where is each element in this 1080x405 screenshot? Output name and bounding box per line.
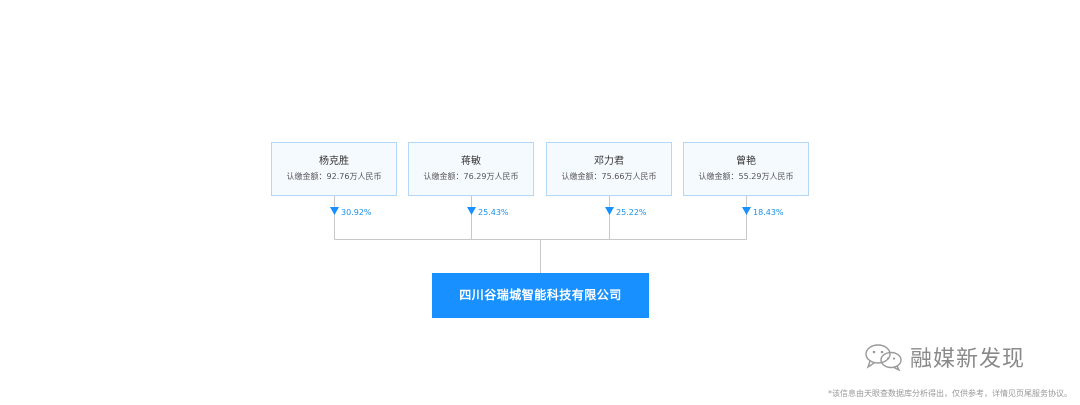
wechat-icon: [865, 344, 902, 371]
arrow-down-icon: [742, 207, 751, 215]
shareholder-card-4[interactable]: 曾艳 认缴金额：55.29万人民币: [683, 142, 809, 196]
equity-structure-diagram: 杨克胜 认缴金额：92.76万人民币 蒋敏 认缴金额：76.29万人民币 邓力君…: [0, 0, 1080, 405]
arrow-down-icon: [467, 207, 476, 215]
shareholder-name: 曾艳: [736, 156, 756, 167]
shareholder-amount: 认缴金额：55.29万人民币: [698, 172, 794, 181]
shareholder-card-2[interactable]: 蒋敏 认缴金额：76.29万人民币: [408, 142, 534, 196]
shareholder-amount: 认缴金额：75.66万人民币: [561, 172, 657, 181]
shareholder-card-3[interactable]: 邓力君 认缴金额：75.66万人民币: [546, 142, 672, 196]
arrow-down-icon: [605, 207, 614, 215]
shareholder-name: 蒋敏: [461, 156, 481, 167]
shareholder-amount: 认缴金额：76.29万人民币: [423, 172, 519, 181]
disclaimer-text: *该信息由天眼查数据库分析得出，仅供参考，详情见页尾服务协议。: [828, 389, 1072, 398]
shareholding-percent-3: 25.22%: [616, 208, 647, 217]
shareholder-name: 邓力君: [594, 156, 624, 167]
shareholding-percent-2: 25.43%: [478, 208, 509, 217]
shareholding-percent-1: 30.92%: [341, 208, 372, 217]
arrow-down-icon: [330, 207, 339, 215]
shareholder-amount: 认缴金额：92.76万人民币: [286, 172, 382, 181]
company-node[interactable]: 四川谷瑞城智能科技有限公司: [432, 273, 649, 318]
watermark-text: 融媒新发现: [910, 347, 1026, 372]
shareholder-name: 杨克胜: [319, 156, 349, 167]
watermark: 融媒新发现: [862, 340, 1025, 374]
shareholding-percent-4: 18.43%: [753, 208, 784, 217]
shareholder-card-1[interactable]: 杨克胜 认缴金额：92.76万人民币: [271, 142, 397, 196]
